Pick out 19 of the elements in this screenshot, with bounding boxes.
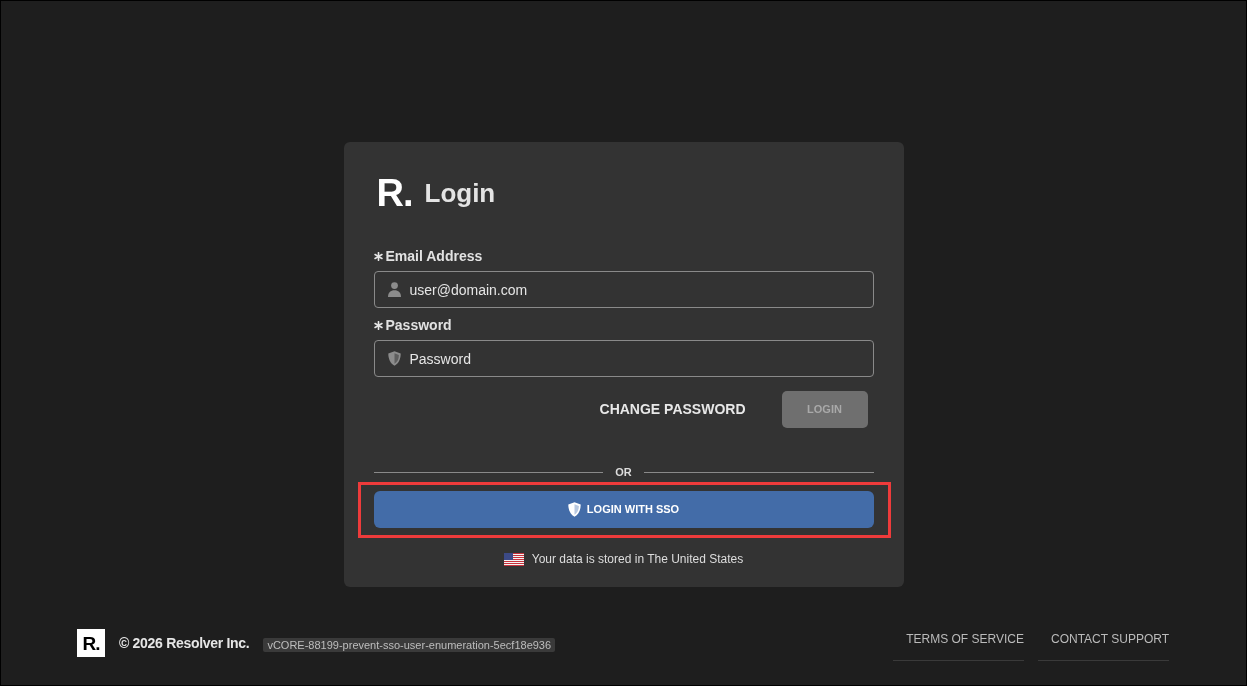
shield-icon bbox=[387, 351, 401, 366]
password-field[interactable]: Password bbox=[373, 340, 874, 377]
divider-text: OR bbox=[615, 465, 632, 479]
support-link[interactable]: CONTACT SUPPORT bbox=[1038, 629, 1169, 661]
flag-icon bbox=[503, 552, 524, 566]
footer-logo: R. bbox=[77, 629, 105, 657]
user-icon bbox=[387, 282, 401, 297]
page-title: Login bbox=[424, 177, 496, 210]
copyright-text: © 2026 Resolver Inc. bbox=[119, 633, 250, 653]
version-tag: vCORE-88199-prevent-sso-user-enumeration-5ecf18e936 bbox=[263, 637, 556, 652]
terms-link[interactable]: TERMS OF SERVICE bbox=[893, 629, 1024, 661]
data-location-note: Your data is stored in The United States bbox=[531, 551, 744, 568]
logo: R. bbox=[376, 174, 413, 212]
change-password-button[interactable]: CHANGE PASSWORD bbox=[595, 391, 750, 428]
field-label: Password bbox=[385, 316, 452, 334]
shield-icon bbox=[567, 502, 581, 517]
field-label: Email Address bbox=[385, 247, 483, 265]
email-field[interactable]: user@domain.com bbox=[373, 271, 874, 308]
sso-button[interactable]: LOGIN WITH SSO bbox=[373, 491, 874, 528]
